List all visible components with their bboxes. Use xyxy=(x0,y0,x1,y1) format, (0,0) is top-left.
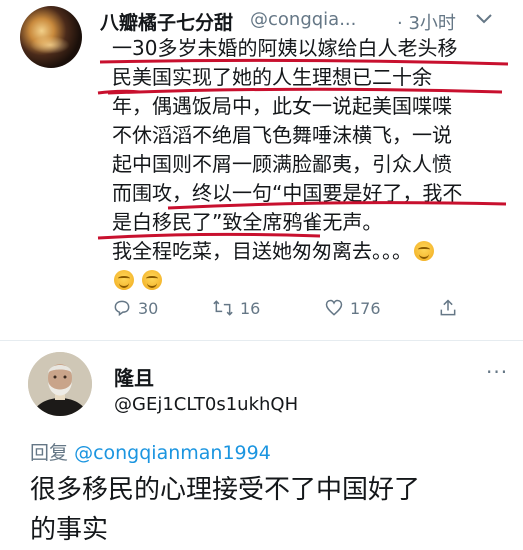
like-button[interactable]: 176 xyxy=(324,298,381,318)
retweet-button[interactable]: 16 xyxy=(212,298,260,318)
like-icon xyxy=(325,299,343,316)
red-underline xyxy=(167,201,507,210)
tweet-actions: 30 16 176 xyxy=(112,298,472,324)
reply-author-name[interactable]: 隆且 xyxy=(114,362,154,391)
reply-line: 很多移民的心理接受不了中国好了 xyxy=(30,475,421,505)
reply-icon xyxy=(114,300,130,317)
share-icon xyxy=(440,299,456,316)
reply-author-avatar[interactable] xyxy=(28,352,92,416)
reply-line: 的事实 xyxy=(30,515,109,545)
reply-count: 30 xyxy=(138,298,159,318)
red-underline xyxy=(97,232,321,240)
reply-body: 很多移民的心理接受不了中国好了 的事实 xyxy=(30,470,510,550)
reply-author-handle[interactable]: @GEj1CLT0s1ukhQH xyxy=(114,394,298,415)
annotation-underlines xyxy=(97,58,509,240)
reply-button[interactable]: 30 xyxy=(112,298,158,318)
divider xyxy=(0,340,523,341)
retweet-count: 16 xyxy=(240,298,261,318)
like-count: 176 xyxy=(350,298,381,318)
share-button[interactable] xyxy=(438,298,458,318)
retweet-icon xyxy=(213,300,233,316)
replying-to: 回复 @congqianman1994 xyxy=(30,438,271,465)
more-icon[interactable]: ··· xyxy=(486,360,508,384)
red-underline xyxy=(99,58,509,66)
red-underline xyxy=(107,87,503,95)
reply-prefix: 回复 xyxy=(30,442,69,464)
reply-to-handle-link[interactable]: @congqianman1994 xyxy=(74,442,271,464)
